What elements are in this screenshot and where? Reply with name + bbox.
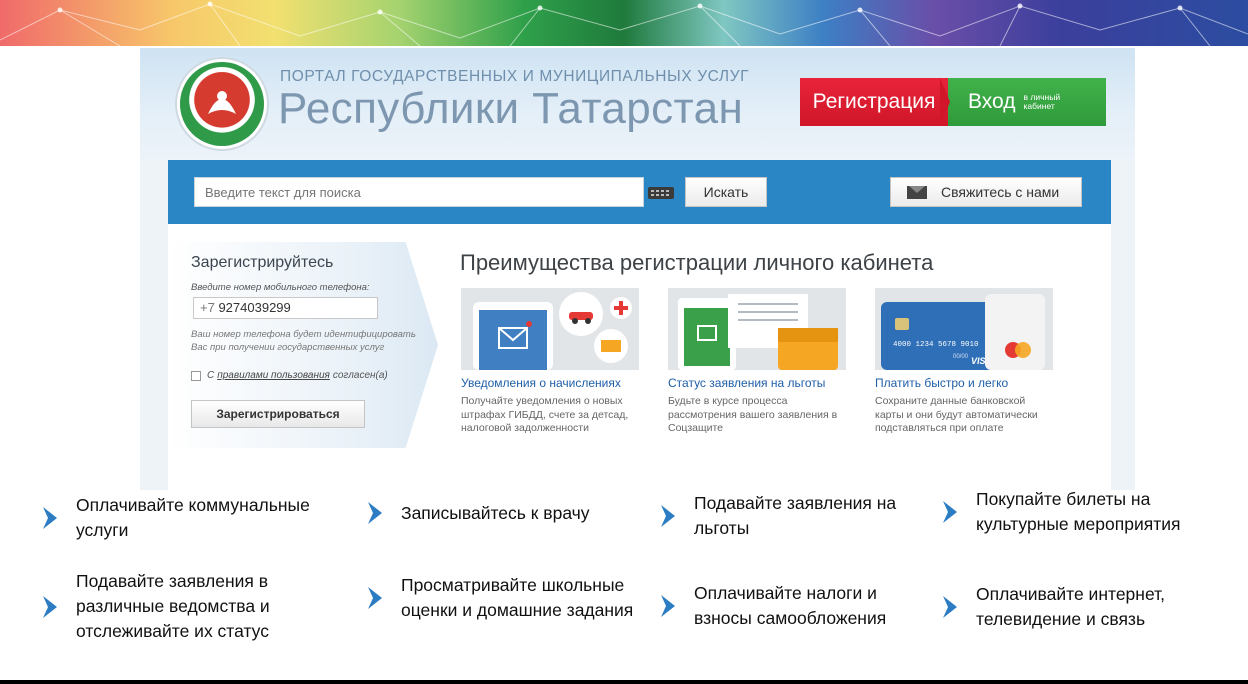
advantage-card-payment[interactable]: 4000 1234 5678 9010 00/00 VISA Платить б… — [875, 288, 1053, 436]
card-title[interactable]: Статус заявления на льготы — [668, 376, 846, 390]
register-button[interactable]: Регистрация — [800, 78, 948, 126]
chevron-right-icon — [943, 596, 957, 618]
feature-text: Просматривайте школьные оценки и домашни… — [401, 575, 634, 620]
portal-title: Республики Татарстан — [278, 84, 744, 133]
feature-text: Оплачивайте интернет, телевидение и связ… — [976, 584, 1166, 629]
terms-link[interactable]: правилами пользования — [217, 370, 330, 381]
register-arrow — [940, 78, 950, 126]
login-sublabel: в личный кабинет — [1023, 92, 1061, 111]
advantages-title: Преимущества регистрации личного кабинет… — [460, 250, 934, 275]
bottom-divider — [0, 680, 1248, 684]
card-desc: Сохраните данные банковской карты и они … — [875, 395, 1038, 434]
card-number: 4000 1234 5678 9010 — [893, 341, 979, 349]
search-button[interactable]: Искать — [685, 177, 767, 207]
chevron-right-icon — [661, 595, 675, 617]
feature-text: Записывайтесь к врачу — [401, 502, 590, 523]
register-label: Регистрация — [812, 90, 936, 113]
agree-row: С правилами пользования согласен(а) — [191, 370, 388, 381]
advantage-card-notifications[interactable]: Уведомления о начислениях Получайте увед… — [461, 288, 639, 436]
notifications-illustration — [461, 288, 639, 370]
feature-item: Подавайте заявления в различные ведомств… — [40, 569, 340, 644]
logo-emblem — [180, 62, 264, 146]
feature-text: Оплачивайте коммунальные услуги — [76, 495, 310, 540]
feature-item: Покупайте билеты на культурные мероприят… — [940, 487, 1230, 537]
phone-note: Ваш номер телефона будет идентифицироват… — [191, 329, 416, 353]
feature-item: Оплачивайте интернет, телевидение и связ… — [940, 582, 1230, 632]
chevron-right-icon — [368, 502, 382, 524]
envelope-icon — [907, 185, 927, 199]
card-exp: 00/00 — [953, 354, 969, 360]
feature-text: Подавайте заявления в различные ведомств… — [76, 571, 270, 641]
contact-label: Свяжитесь с нами — [941, 184, 1060, 200]
payment-illustration: 4000 1234 5678 9010 00/00 VISA — [875, 288, 1053, 370]
decorative-banner — [0, 0, 1248, 46]
status-illustration — [668, 288, 846, 370]
feature-item: Подавайте заявления на льготы — [658, 491, 898, 541]
search-bar: Искать Свяжитесь с нами — [168, 160, 1111, 224]
register-submit-button[interactable]: Зарегистрироваться — [191, 400, 365, 428]
feature-item: Оплачивайте коммунальные услуги — [40, 493, 340, 543]
phone-prefix: +7 — [200, 300, 215, 315]
card-desc: Будьте в курсе процесса рассмотрения ваш… — [668, 395, 838, 434]
keyboard-icon[interactable] — [648, 187, 674, 199]
agree-suffix: согласен(а) — [332, 370, 388, 381]
feature-item: Просматривайте школьные оценки и домашни… — [365, 573, 650, 623]
card-title[interactable]: Уведомления о начислениях — [461, 376, 639, 390]
portal-screenshot: ПОРТАЛ ГОСУДАРСТВЕННЫХ И МУНИЦИПАЛЬНЫХ У… — [140, 48, 1135, 490]
card-desc: Получайте уведомления о новых штрафах ГИ… — [461, 395, 629, 434]
chevron-right-icon — [943, 501, 957, 523]
feature-item: Записывайтесь к врачу — [365, 500, 625, 526]
phone-hint: Введите номер мобильного телефона: — [191, 282, 370, 293]
card-title[interactable]: Платить быстро и легко — [875, 376, 1053, 390]
feature-text: Оплачивайте налоги и взносы самообложени… — [694, 583, 887, 628]
feature-text: Покупайте билеты на культурные мероприят… — [976, 489, 1181, 534]
agree-prefix: С — [207, 370, 215, 381]
feature-text: Подавайте заявления на льготы — [694, 493, 897, 538]
login-button[interactable]: Вход в личный кабинет — [948, 78, 1106, 126]
chevron-right-icon — [661, 505, 675, 527]
login-label: Вход — [968, 90, 1016, 113]
phone-input[interactable]: +7 9274039299 — [193, 297, 378, 319]
advantage-card-status[interactable]: Статус заявления на льготы Будьте в курс… — [668, 288, 846, 436]
registration-title: Зарегистрируйтесь — [191, 254, 334, 271]
phone-value: 9274039299 — [218, 300, 291, 315]
agree-checkbox[interactable] — [191, 370, 201, 381]
chevron-right-icon — [368, 587, 382, 609]
chevron-right-icon — [43, 595, 57, 618]
main-content: Зарегистрируйтесь Введите номер мобильно… — [168, 224, 1111, 490]
chevron-right-icon — [43, 507, 57, 529]
search-input[interactable] — [194, 177, 644, 207]
feature-item: Оплачивайте налоги и взносы самообложени… — [658, 581, 928, 631]
contact-button[interactable]: Свяжитесь с нами — [890, 177, 1082, 207]
